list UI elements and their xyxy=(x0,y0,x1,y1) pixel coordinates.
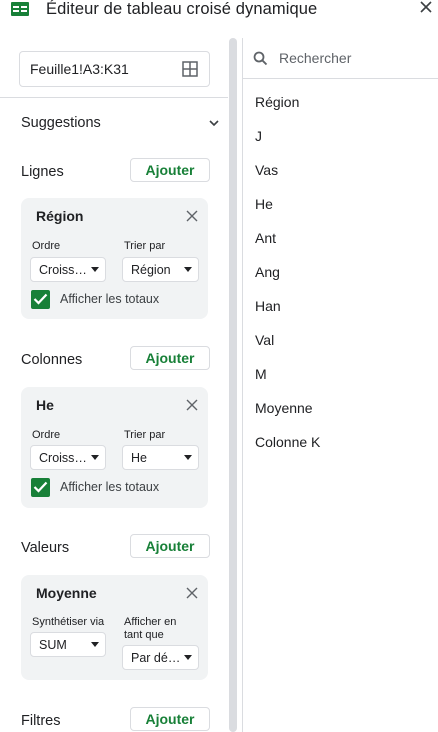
dropdown-caret-icon xyxy=(91,267,99,272)
left-panel-scrollbar[interactable] xyxy=(229,38,237,732)
field-item-ant[interactable]: Ant xyxy=(255,230,276,246)
order-select-value: Croiss… xyxy=(39,451,87,465)
field-item-moyenne[interactable]: Moyenne xyxy=(255,400,313,416)
chevron-down-icon[interactable] xyxy=(208,119,220,127)
field-item-region[interactable]: Région xyxy=(255,94,299,110)
sort-by-label: Trier par xyxy=(124,240,166,252)
field-search-input[interactable] xyxy=(279,48,429,68)
panel-divider xyxy=(242,38,243,732)
add-column-button[interactable]: Ajouter xyxy=(130,346,210,370)
checkmark-icon xyxy=(33,481,48,493)
field-item-vas[interactable]: Vas xyxy=(255,162,278,178)
show-totals-checkbox[interactable] xyxy=(31,290,50,309)
values-label: Valeurs xyxy=(21,540,70,556)
search-divider xyxy=(243,78,438,79)
rows-label: Lignes xyxy=(21,164,64,180)
field-item-val[interactable]: Val xyxy=(255,332,274,348)
sort-by-label: Trier par xyxy=(124,429,166,441)
field-item-j[interactable]: J xyxy=(255,128,262,144)
field-item-ang[interactable]: Ang xyxy=(255,264,280,280)
filters-label: Filtres xyxy=(21,713,61,729)
order-select[interactable]: Croiss… xyxy=(30,445,106,470)
dropdown-caret-icon xyxy=(184,655,192,660)
panel-header: Éditeur de tableau croisé dynamique xyxy=(0,0,438,38)
show-as-select[interactable]: Par dé… xyxy=(122,645,199,670)
sort-by-select-value: He xyxy=(131,451,147,465)
remove-value-field-close-icon[interactable] xyxy=(186,587,198,599)
summarize-by-select-value: SUM xyxy=(39,638,67,652)
dropdown-caret-icon xyxy=(91,455,99,460)
sort-by-select[interactable]: He xyxy=(122,445,199,470)
add-filter-button[interactable]: Ajouter xyxy=(130,707,210,731)
search-icon xyxy=(253,51,268,66)
add-row-button[interactable]: Ajouter xyxy=(130,158,210,182)
panel-title: Éditeur de tableau croisé dynamique xyxy=(46,0,318,18)
column-field-title: He xyxy=(36,397,54,413)
columns-label: Colonnes xyxy=(21,352,83,368)
select-range-grid-icon[interactable] xyxy=(182,61,198,77)
suggestions-toggle[interactable]: Suggestions xyxy=(21,115,101,131)
sort-by-select[interactable]: Région xyxy=(122,257,199,282)
range-divider xyxy=(0,97,228,98)
value-field-card: Moyenne Synthétiser via Afficher en tant… xyxy=(21,575,208,680)
show-totals-checkbox[interactable] xyxy=(31,478,50,497)
summarize-by-select[interactable]: SUM xyxy=(30,632,106,657)
show-as-label-line2: tant que xyxy=(124,629,164,641)
remove-row-field-close-icon[interactable] xyxy=(186,210,198,222)
sort-by-select-value: Région xyxy=(131,263,171,277)
field-item-han[interactable]: Han xyxy=(255,298,281,314)
show-totals-label: Afficher les totaux xyxy=(60,292,160,306)
show-as-label-line1: Afficher en xyxy=(124,616,177,628)
data-range-value: Feuille1!A3:K31 xyxy=(30,61,129,77)
show-totals-label: Afficher les totaux xyxy=(60,480,160,494)
field-item-colonne-k[interactable]: Colonne K xyxy=(255,434,320,450)
sheets-table-icon xyxy=(11,2,29,16)
summarize-by-label: Synthétiser via xyxy=(32,616,105,628)
dropdown-caret-icon xyxy=(184,455,192,460)
row-field-card: Région Ordre Trier par Croiss… Région Af… xyxy=(21,198,208,319)
order-select[interactable]: Croiss… xyxy=(30,257,106,282)
data-range-field[interactable]: Feuille1!A3:K31 xyxy=(19,51,210,87)
field-item-he[interactable]: He xyxy=(255,196,273,212)
dropdown-caret-icon xyxy=(184,267,192,272)
dropdown-caret-icon xyxy=(91,642,99,647)
value-field-title: Moyenne xyxy=(36,585,97,601)
add-value-button[interactable]: Ajouter xyxy=(130,534,210,558)
remove-column-field-close-icon[interactable] xyxy=(186,399,198,411)
column-field-card: He Ordre Trier par Croiss… He Afficher l… xyxy=(21,387,208,508)
order-label: Ordre xyxy=(32,240,61,252)
show-as-select-value: Par dé… xyxy=(131,651,181,665)
row-field-title: Région xyxy=(36,208,84,224)
field-item-m[interactable]: M xyxy=(255,366,267,382)
checkmark-icon xyxy=(33,293,48,305)
close-icon[interactable] xyxy=(419,0,433,14)
order-label: Ordre xyxy=(32,429,61,441)
order-select-value: Croiss… xyxy=(39,263,87,277)
